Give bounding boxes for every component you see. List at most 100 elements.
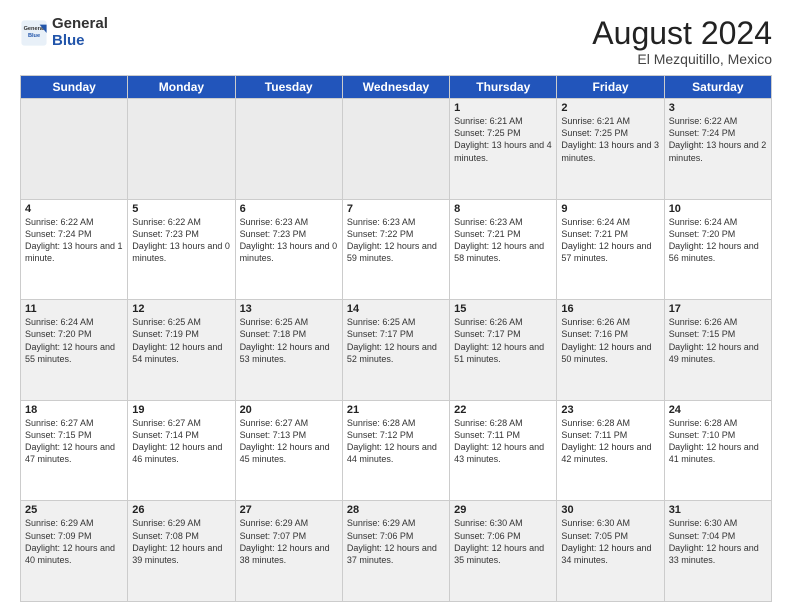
- title-block: August 2024 El Mezquitillo, Mexico: [592, 16, 772, 67]
- weekday-header: Friday: [557, 76, 664, 99]
- day-number: 26: [132, 504, 230, 516]
- subtitle: El Mezquitillo, Mexico: [592, 51, 772, 67]
- day-number: 2: [561, 102, 659, 114]
- weekday-header: Monday: [128, 76, 235, 99]
- calendar-cell: 9Sunrise: 6:24 AMSunset: 7:21 PMDaylight…: [557, 199, 664, 300]
- calendar-cell: [128, 99, 235, 200]
- day-info: Sunrise: 6:28 AMSunset: 7:11 PMDaylight:…: [561, 417, 659, 466]
- calendar-cell: 16Sunrise: 6:26 AMSunset: 7:16 PMDayligh…: [557, 300, 664, 401]
- calendar-cell: 1Sunrise: 6:21 AMSunset: 7:25 PMDaylight…: [450, 99, 557, 200]
- day-number: 12: [132, 303, 230, 315]
- day-number: 13: [240, 303, 338, 315]
- weekday-header-row: SundayMondayTuesdayWednesdayThursdayFrid…: [21, 76, 772, 99]
- day-number: 15: [454, 303, 552, 315]
- day-info: Sunrise: 6:30 AMSunset: 7:06 PMDaylight:…: [454, 517, 552, 566]
- logo-icon: General Blue: [20, 19, 48, 47]
- weekday-header: Thursday: [450, 76, 557, 99]
- day-info: Sunrise: 6:24 AMSunset: 7:21 PMDaylight:…: [561, 216, 659, 265]
- weekday-header: Wednesday: [342, 76, 449, 99]
- day-info: Sunrise: 6:25 AMSunset: 7:18 PMDaylight:…: [240, 316, 338, 365]
- calendar-cell: 30Sunrise: 6:30 AMSunset: 7:05 PMDayligh…: [557, 501, 664, 602]
- weekday-header: Sunday: [21, 76, 128, 99]
- calendar-cell: 2Sunrise: 6:21 AMSunset: 7:25 PMDaylight…: [557, 99, 664, 200]
- day-info: Sunrise: 6:25 AMSunset: 7:19 PMDaylight:…: [132, 316, 230, 365]
- calendar-cell: 31Sunrise: 6:30 AMSunset: 7:04 PMDayligh…: [664, 501, 771, 602]
- calendar-cell: 15Sunrise: 6:26 AMSunset: 7:17 PMDayligh…: [450, 300, 557, 401]
- day-number: 19: [132, 404, 230, 416]
- calendar-cell: 25Sunrise: 6:29 AMSunset: 7:09 PMDayligh…: [21, 501, 128, 602]
- calendar-cell: 10Sunrise: 6:24 AMSunset: 7:20 PMDayligh…: [664, 199, 771, 300]
- day-info: Sunrise: 6:23 AMSunset: 7:22 PMDaylight:…: [347, 216, 445, 265]
- day-info: Sunrise: 6:29 AMSunset: 7:07 PMDaylight:…: [240, 517, 338, 566]
- day-number: 18: [25, 404, 123, 416]
- day-info: Sunrise: 6:23 AMSunset: 7:23 PMDaylight:…: [240, 216, 338, 265]
- logo: General Blue General Blue: [20, 16, 108, 49]
- day-number: 3: [669, 102, 767, 114]
- day-info: Sunrise: 6:25 AMSunset: 7:17 PMDaylight:…: [347, 316, 445, 365]
- day-info: Sunrise: 6:28 AMSunset: 7:12 PMDaylight:…: [347, 417, 445, 466]
- day-number: 27: [240, 504, 338, 516]
- svg-text:General: General: [24, 26, 45, 32]
- day-info: Sunrise: 6:27 AMSunset: 7:15 PMDaylight:…: [25, 417, 123, 466]
- calendar-cell: 6Sunrise: 6:23 AMSunset: 7:23 PMDaylight…: [235, 199, 342, 300]
- day-number: 9: [561, 203, 659, 215]
- calendar: SundayMondayTuesdayWednesdayThursdayFrid…: [20, 75, 772, 602]
- calendar-cell: 4Sunrise: 6:22 AMSunset: 7:24 PMDaylight…: [21, 199, 128, 300]
- header: General Blue General Blue August 2024 El…: [20, 16, 772, 67]
- calendar-cell: 22Sunrise: 6:28 AMSunset: 7:11 PMDayligh…: [450, 400, 557, 501]
- day-info: Sunrise: 6:26 AMSunset: 7:15 PMDaylight:…: [669, 316, 767, 365]
- day-info: Sunrise: 6:29 AMSunset: 7:06 PMDaylight:…: [347, 517, 445, 566]
- day-info: Sunrise: 6:28 AMSunset: 7:10 PMDaylight:…: [669, 417, 767, 466]
- logo-general-text: General: [52, 15, 108, 32]
- day-info: Sunrise: 6:22 AMSunset: 7:24 PMDaylight:…: [669, 115, 767, 164]
- logo-blue-text: Blue: [52, 32, 85, 49]
- calendar-week-row: 4Sunrise: 6:22 AMSunset: 7:24 PMDaylight…: [21, 199, 772, 300]
- day-info: Sunrise: 6:29 AMSunset: 7:09 PMDaylight:…: [25, 517, 123, 566]
- day-number: 29: [454, 504, 552, 516]
- day-info: Sunrise: 6:29 AMSunset: 7:08 PMDaylight:…: [132, 517, 230, 566]
- day-info: Sunrise: 6:27 AMSunset: 7:14 PMDaylight:…: [132, 417, 230, 466]
- calendar-cell: 7Sunrise: 6:23 AMSunset: 7:22 PMDaylight…: [342, 199, 449, 300]
- calendar-cell: 27Sunrise: 6:29 AMSunset: 7:07 PMDayligh…: [235, 501, 342, 602]
- calendar-cell: 12Sunrise: 6:25 AMSunset: 7:19 PMDayligh…: [128, 300, 235, 401]
- calendar-week-row: 25Sunrise: 6:29 AMSunset: 7:09 PMDayligh…: [21, 501, 772, 602]
- calendar-cell: 5Sunrise: 6:22 AMSunset: 7:23 PMDaylight…: [128, 199, 235, 300]
- calendar-cell: 17Sunrise: 6:26 AMSunset: 7:15 PMDayligh…: [664, 300, 771, 401]
- calendar-cell: 21Sunrise: 6:28 AMSunset: 7:12 PMDayligh…: [342, 400, 449, 501]
- calendar-cell: [235, 99, 342, 200]
- day-info: Sunrise: 6:27 AMSunset: 7:13 PMDaylight:…: [240, 417, 338, 466]
- calendar-cell: 23Sunrise: 6:28 AMSunset: 7:11 PMDayligh…: [557, 400, 664, 501]
- day-number: 10: [669, 203, 767, 215]
- main-title: August 2024: [592, 16, 772, 51]
- day-number: 16: [561, 303, 659, 315]
- calendar-cell: 29Sunrise: 6:30 AMSunset: 7:06 PMDayligh…: [450, 501, 557, 602]
- weekday-header: Saturday: [664, 76, 771, 99]
- calendar-cell: [21, 99, 128, 200]
- day-number: 25: [25, 504, 123, 516]
- calendar-cell: 3Sunrise: 6:22 AMSunset: 7:24 PMDaylight…: [664, 99, 771, 200]
- day-info: Sunrise: 6:24 AMSunset: 7:20 PMDaylight:…: [669, 216, 767, 265]
- day-number: 30: [561, 504, 659, 516]
- calendar-cell: 24Sunrise: 6:28 AMSunset: 7:10 PMDayligh…: [664, 400, 771, 501]
- day-number: 1: [454, 102, 552, 114]
- day-number: 5: [132, 203, 230, 215]
- calendar-week-row: 11Sunrise: 6:24 AMSunset: 7:20 PMDayligh…: [21, 300, 772, 401]
- day-info: Sunrise: 6:26 AMSunset: 7:17 PMDaylight:…: [454, 316, 552, 365]
- day-info: Sunrise: 6:21 AMSunset: 7:25 PMDaylight:…: [454, 115, 552, 164]
- calendar-week-row: 18Sunrise: 6:27 AMSunset: 7:15 PMDayligh…: [21, 400, 772, 501]
- day-number: 7: [347, 203, 445, 215]
- day-info: Sunrise: 6:30 AMSunset: 7:04 PMDaylight:…: [669, 517, 767, 566]
- calendar-cell: 14Sunrise: 6:25 AMSunset: 7:17 PMDayligh…: [342, 300, 449, 401]
- calendar-cell: [342, 99, 449, 200]
- day-info: Sunrise: 6:21 AMSunset: 7:25 PMDaylight:…: [561, 115, 659, 164]
- calendar-cell: 18Sunrise: 6:27 AMSunset: 7:15 PMDayligh…: [21, 400, 128, 501]
- weekday-header: Tuesday: [235, 76, 342, 99]
- day-number: 8: [454, 203, 552, 215]
- day-number: 23: [561, 404, 659, 416]
- calendar-cell: 11Sunrise: 6:24 AMSunset: 7:20 PMDayligh…: [21, 300, 128, 401]
- day-info: Sunrise: 6:28 AMSunset: 7:11 PMDaylight:…: [454, 417, 552, 466]
- day-info: Sunrise: 6:30 AMSunset: 7:05 PMDaylight:…: [561, 517, 659, 566]
- calendar-cell: 8Sunrise: 6:23 AMSunset: 7:21 PMDaylight…: [450, 199, 557, 300]
- day-info: Sunrise: 6:24 AMSunset: 7:20 PMDaylight:…: [25, 316, 123, 365]
- day-info: Sunrise: 6:23 AMSunset: 7:21 PMDaylight:…: [454, 216, 552, 265]
